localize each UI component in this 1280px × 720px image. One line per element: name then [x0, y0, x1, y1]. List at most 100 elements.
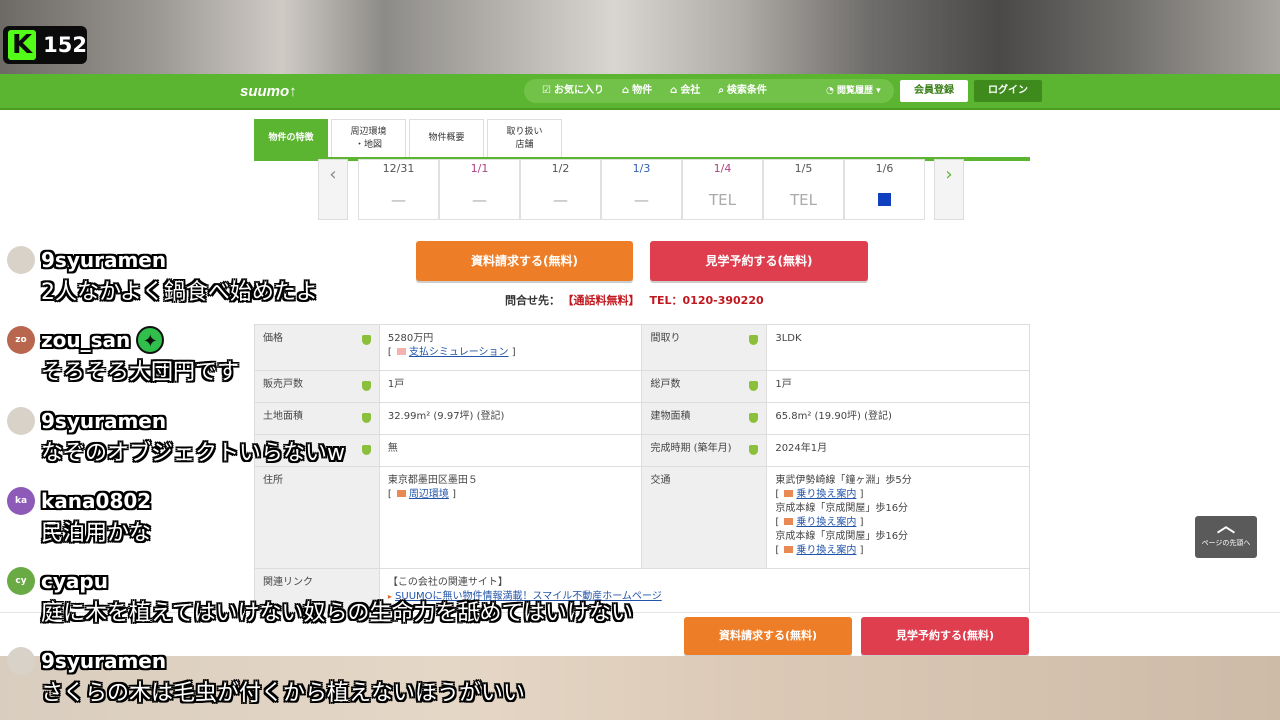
home-icon: ⌂ — [621, 85, 630, 96]
transit-line: 京成本線「京成関屋」歩16分 — [775, 503, 909, 514]
avatar: zo — [7, 326, 35, 354]
chevron-right-icon[interactable]: › — [934, 159, 964, 220]
related-links-label: 関連リンク — [254, 568, 380, 613]
shield-icon — [361, 445, 371, 455]
request-info-button-fixed[interactable]: 資料請求する(無料) — [684, 617, 852, 655]
transit-value: 東武伊勢崎線「鐘ヶ淵」歩5分[ 乗り換え案内 ] 京成本線「京成関屋」歩16分[… — [766, 466, 1030, 569]
back-to-top-button[interactable]: ︿ ページの先頭へ — [1195, 516, 1257, 558]
calendar-status: — — [391, 191, 406, 209]
calendar-day: 1/1 — — [439, 159, 520, 220]
shield-icon — [749, 381, 759, 391]
tab-features[interactable]: 物件の特徴 — [254, 119, 328, 157]
checkbox-icon: ☑ — [542, 85, 551, 96]
building-area-label: 建物面積 — [650, 411, 691, 422]
calendar-date: 1/2 — [551, 162, 570, 175]
completion-value: 2024年1月 — [766, 434, 1030, 467]
back-to-top-label: ページの先頭へ — [1201, 539, 1251, 547]
related-sites-title: 【この会社の関連サイト】 — [387, 577, 508, 588]
avatar — [7, 246, 35, 274]
calendar-day: 12/31 — — [358, 159, 439, 220]
visit-reservation-button-fixed[interactable]: 見学予約する(無料) — [861, 617, 1029, 655]
login-button[interactable]: ログイン — [974, 80, 1042, 102]
chevron-left-icon[interactable]: ‹ — [318, 159, 348, 220]
nav-search-conditions[interactable]: ⌕ 検索条件 — [700, 79, 767, 103]
spec-header — [254, 434, 380, 467]
property-spec-table: 価格 5280万円[ 支払シミュレーション ] 間取り 3LDK 販売戸数 1戸… — [254, 324, 1031, 613]
spec-header: 完成時期 (築年月) — [641, 434, 768, 467]
suumo-logo[interactable]: suumo↑ — [240, 82, 297, 102]
calendar-status[interactable]: TEL — [764, 188, 843, 212]
transfer-guide-link[interactable]: 乗り換え案内 — [796, 489, 856, 500]
shield-icon — [749, 413, 759, 423]
spec-header: 間取り — [641, 324, 768, 371]
calendar-day: 1/4 TEL — [682, 159, 763, 220]
webcam-top — [0, 0, 1280, 74]
transit-line: 東武伊勢崎線「鐘ヶ淵」歩5分 — [775, 475, 912, 486]
tab-overview[interactable]: 物件概要 — [409, 119, 484, 157]
shield-icon — [361, 335, 371, 345]
search-icon: ⌕ — [718, 85, 724, 96]
chat-text: 2人なかよく鍋食べ始めたよ — [41, 280, 318, 305]
shield-icon — [749, 335, 759, 345]
spec-header: 価格 — [254, 324, 380, 371]
tab-surroundings-map[interactable]: 周辺環境 ・地図 — [331, 119, 406, 157]
units-label: 販売戸数 — [263, 379, 303, 390]
visit-calendar: ‹ 12/31 — 1/1 — 1/2 — 1/3 — 1/4 TEL 1/5 TEL 1/… — [318, 159, 964, 220]
viewer-count: 152 — [43, 33, 87, 57]
chat-username: zou_san — [41, 328, 131, 352]
related-links-value: 【この会社の関連サイト】 ▸ SUUMOに無い物件情報満載！スマイル不動産ホームペ… — [378, 568, 1031, 613]
calendar-date: 1/5 — [794, 162, 813, 175]
chevron-up-icon: ︿ — [1217, 516, 1235, 537]
tab-stores[interactable]: 取り扱い 店舗 — [487, 119, 562, 157]
fixed-action-bar — [0, 612, 1280, 658]
sparkle-badge-icon: ✦ — [136, 326, 165, 354]
train-icon — [784, 546, 794, 553]
layout-value: 3LDK — [766, 324, 1030, 371]
spec-value: 東京都墨田区墨田５[ 周辺環境 ] — [378, 466, 643, 569]
address-value: 東京都墨田区墨田５ — [387, 475, 478, 486]
payment-simulation-link[interactable]: 支払シミュレーション — [409, 347, 509, 358]
company-site-link[interactable]: SUUMOに無い物件情報満載！スマイル不動産ホームページ — [395, 591, 662, 602]
available-square-icon[interactable] — [878, 193, 891, 206]
nav-property[interactable]: ⌂ 物件 — [604, 79, 652, 103]
calculator-icon — [396, 348, 406, 355]
chat-username: cyapu — [41, 569, 108, 593]
price-value: 5280万円 — [387, 333, 434, 344]
contact-label: 問合せ先： — [505, 294, 560, 307]
land-area-value: 32.99m² (9.97坪) (登記) — [378, 402, 643, 435]
spec-value: 5280万円[ 支払シミュレーション ] — [378, 324, 643, 371]
register-button[interactable]: 会員登録 — [900, 80, 968, 102]
visit-reservation-button[interactable]: 見学予約する(無料) — [650, 241, 868, 281]
units-value: 1戸 — [378, 370, 643, 403]
calendar-status[interactable]: TEL — [683, 188, 762, 212]
shield-icon — [361, 413, 371, 423]
building-area-value: 65.8m² (19.90坪) (登記) — [766, 402, 1030, 435]
chat-username-row: zou_san ✦ — [41, 326, 165, 354]
transfer-guide-link[interactable]: 乗り換え案内 — [796, 545, 856, 556]
calendar-status: — — [472, 191, 487, 209]
kick-logo-icon: K — [8, 30, 37, 60]
land-area-label: 土地面積 — [263, 411, 303, 422]
request-info-button[interactable]: 資料請求する(無料) — [416, 241, 633, 281]
transit-label: 交通 — [641, 466, 768, 569]
nav-favorites[interactable]: ☑ お気に入り — [524, 79, 604, 103]
transit-line: 京成本線「京成関屋」歩16分 — [775, 531, 909, 542]
spec-header: 建物面積 — [641, 402, 768, 435]
surroundings-link[interactable]: 周辺環境 — [409, 489, 449, 500]
toll-free-label: 【通話料無料】 — [568, 294, 640, 307]
nav-company[interactable]: ⌂ 会社 — [652, 79, 700, 103]
history-dropdown[interactable]: ◔ 閲覧履歴 ▾ — [826, 79, 881, 103]
chat-username: 9syuramen — [41, 248, 167, 272]
address-label: 住所 — [254, 466, 380, 569]
calendar-day: 1/2 — — [520, 159, 601, 220]
building-icon: ⌂ — [670, 85, 678, 96]
calendar-date: 1/3 — [632, 162, 651, 175]
calendar-status: — — [553, 191, 568, 209]
calendar-date: 1/1 — [470, 162, 489, 175]
calendar-day: 1/6 — [844, 159, 925, 220]
train-icon — [784, 490, 794, 497]
phone-number[interactable]: TEL：0120-390220 — [650, 294, 764, 307]
transfer-guide-link[interactable]: 乗り換え案内 — [796, 517, 856, 528]
total-units-label: 総戸数 — [650, 379, 681, 390]
calendar-date: 1/4 — [713, 162, 732, 175]
